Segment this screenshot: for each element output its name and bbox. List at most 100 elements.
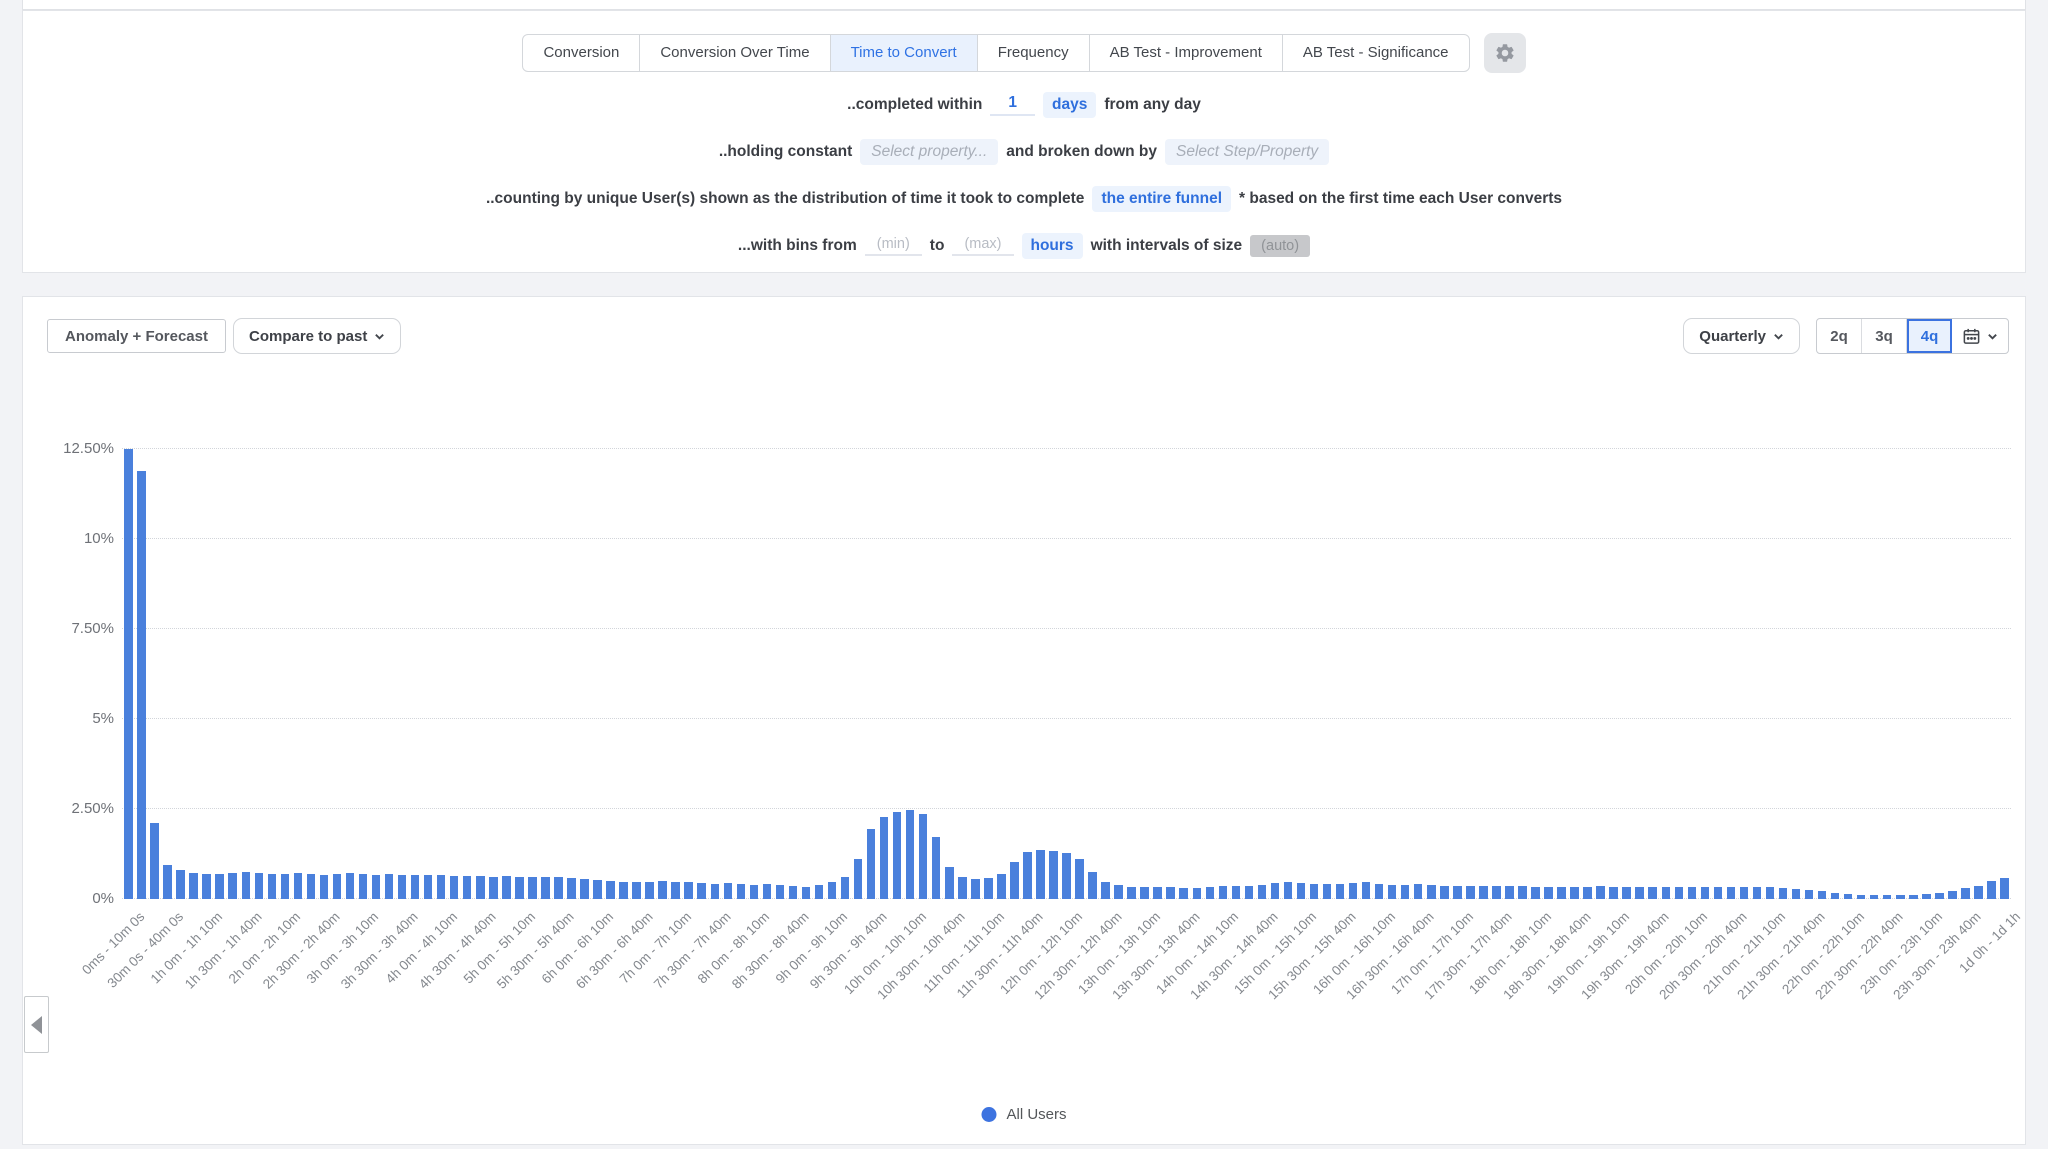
- histogram-bar[interactable]: [1349, 883, 1358, 899]
- histogram-bar[interactable]: [359, 874, 368, 899]
- histogram-bar[interactable]: [567, 878, 576, 899]
- histogram-bar[interactable]: [528, 877, 537, 899]
- histogram-bar[interactable]: [1896, 895, 1905, 899]
- histogram-bar[interactable]: [958, 877, 967, 899]
- histogram-bar[interactable]: [1870, 895, 1879, 899]
- histogram-bar[interactable]: [1922, 894, 1931, 899]
- histogram-bar[interactable]: [1792, 889, 1801, 899]
- histogram-bar[interactable]: [893, 812, 902, 899]
- histogram-bar[interactable]: [724, 883, 733, 899]
- histogram-bar[interactable]: [1206, 887, 1215, 899]
- histogram-bar[interactable]: [1193, 888, 1202, 899]
- tab-ab-test-significance[interactable]: AB Test - Significance: [1283, 35, 1469, 71]
- histogram-bar[interactable]: [1909, 895, 1918, 899]
- histogram-bar[interactable]: [1635, 887, 1644, 899]
- histogram-bar[interactable]: [671, 882, 680, 899]
- histogram-bar[interactable]: [398, 875, 407, 899]
- histogram-bar[interactable]: [1232, 886, 1241, 899]
- histogram-bar[interactable]: [372, 875, 381, 899]
- bin-max-input[interactable]: (max): [952, 236, 1013, 256]
- histogram-bar[interactable]: [1127, 887, 1136, 899]
- histogram-bar[interactable]: [150, 823, 159, 899]
- histogram-bar[interactable]: [971, 879, 980, 899]
- histogram-bar[interactable]: [815, 885, 824, 899]
- select-property-dropdown[interactable]: Select property...: [860, 139, 998, 165]
- histogram-bar[interactable]: [1805, 890, 1814, 899]
- histogram-bar[interactable]: [1427, 885, 1436, 899]
- range-button-3q[interactable]: 3q: [1862, 319, 1907, 353]
- histogram-bar[interactable]: [1753, 887, 1762, 899]
- histogram-bar[interactable]: [645, 882, 654, 899]
- histogram-bar[interactable]: [1479, 886, 1488, 899]
- histogram-bar[interactable]: [554, 877, 563, 899]
- histogram-bar[interactable]: [606, 881, 615, 899]
- histogram-bar[interactable]: [1505, 886, 1514, 899]
- tab-conversion-over-time[interactable]: Conversion Over Time: [640, 35, 830, 71]
- settings-button[interactable]: [1484, 33, 1526, 73]
- histogram-bar[interactable]: [1531, 887, 1540, 899]
- histogram-bar[interactable]: [1401, 885, 1410, 899]
- histogram-bar[interactable]: [1284, 882, 1293, 899]
- histogram-bar[interactable]: [437, 875, 446, 899]
- histogram-bar[interactable]: [1271, 883, 1280, 899]
- histogram-bar[interactable]: [1935, 893, 1944, 899]
- histogram-bar[interactable]: [1179, 888, 1188, 899]
- histogram-bar[interactable]: [828, 882, 837, 899]
- histogram-bar[interactable]: [867, 829, 876, 899]
- histogram-bar[interactable]: [268, 874, 277, 899]
- histogram-bar[interactable]: [333, 874, 342, 899]
- histogram-bar[interactable]: [880, 817, 889, 899]
- compare-to-past-button[interactable]: Compare to past: [233, 318, 401, 354]
- histogram-bar[interactable]: [1675, 887, 1684, 899]
- histogram-bar[interactable]: [502, 876, 511, 899]
- histogram-bar[interactable]: [1740, 887, 1749, 899]
- quarterly-dropdown[interactable]: Quarterly: [1683, 318, 1800, 354]
- histogram-bar[interactable]: [1857, 895, 1866, 899]
- histogram-bar[interactable]: [1140, 887, 1149, 899]
- histogram-bar[interactable]: [1766, 887, 1775, 899]
- bin-size-auto-input[interactable]: (auto): [1250, 235, 1310, 257]
- histogram-bar[interactable]: [1323, 884, 1332, 899]
- histogram-bar[interactable]: [1375, 884, 1384, 899]
- histogram-bar[interactable]: [215, 874, 224, 899]
- histogram-bar[interactable]: [1583, 887, 1592, 899]
- histogram-bar[interactable]: [1648, 887, 1657, 899]
- histogram-bar[interactable]: [1388, 885, 1397, 899]
- histogram-bar[interactable]: [137, 471, 146, 899]
- histogram-bar[interactable]: [1466, 886, 1475, 899]
- histogram-bar[interactable]: [776, 885, 785, 899]
- histogram-bar[interactable]: [632, 882, 641, 899]
- histogram-bar[interactable]: [1010, 862, 1019, 899]
- histogram-bar[interactable]: [593, 880, 602, 899]
- bin-min-input[interactable]: (min): [865, 236, 922, 256]
- histogram-bar[interactable]: [763, 884, 772, 899]
- histogram-bar[interactable]: [658, 881, 667, 899]
- histogram-bar[interactable]: [697, 883, 706, 899]
- histogram-bar[interactable]: [242, 872, 251, 899]
- within-unit-dropdown[interactable]: days: [1043, 92, 1096, 118]
- histogram-bar[interactable]: [463, 876, 472, 899]
- histogram-bar[interactable]: [541, 877, 550, 899]
- histogram-bar[interactable]: [1622, 887, 1631, 899]
- histogram-bar[interactable]: [789, 886, 798, 899]
- histogram-bar[interactable]: [1310, 884, 1319, 899]
- histogram-bar[interactable]: [189, 873, 198, 899]
- histogram-bar[interactable]: [1453, 886, 1462, 899]
- histogram-bar[interactable]: [411, 875, 420, 899]
- histogram-bar[interactable]: [1336, 884, 1345, 899]
- histogram-bar[interactable]: [1688, 887, 1697, 899]
- histogram-bar[interactable]: [711, 884, 720, 899]
- histogram-bar[interactable]: [1883, 895, 1892, 899]
- histogram-bar[interactable]: [1101, 882, 1110, 899]
- histogram-bar[interactable]: [163, 865, 172, 899]
- histogram-bar[interactable]: [1062, 853, 1071, 899]
- histogram-bar[interactable]: [619, 882, 628, 899]
- range-button-4q[interactable]: 4q: [1907, 319, 1952, 353]
- histogram-bar[interactable]: [1362, 882, 1371, 899]
- tab-frequency[interactable]: Frequency: [978, 35, 1090, 71]
- histogram-bar[interactable]: [1570, 887, 1579, 899]
- histogram-bar[interactable]: [802, 887, 811, 899]
- histogram-bar[interactable]: [346, 873, 355, 899]
- histogram-bar[interactable]: [1818, 891, 1827, 899]
- histogram-bar[interactable]: [176, 870, 185, 899]
